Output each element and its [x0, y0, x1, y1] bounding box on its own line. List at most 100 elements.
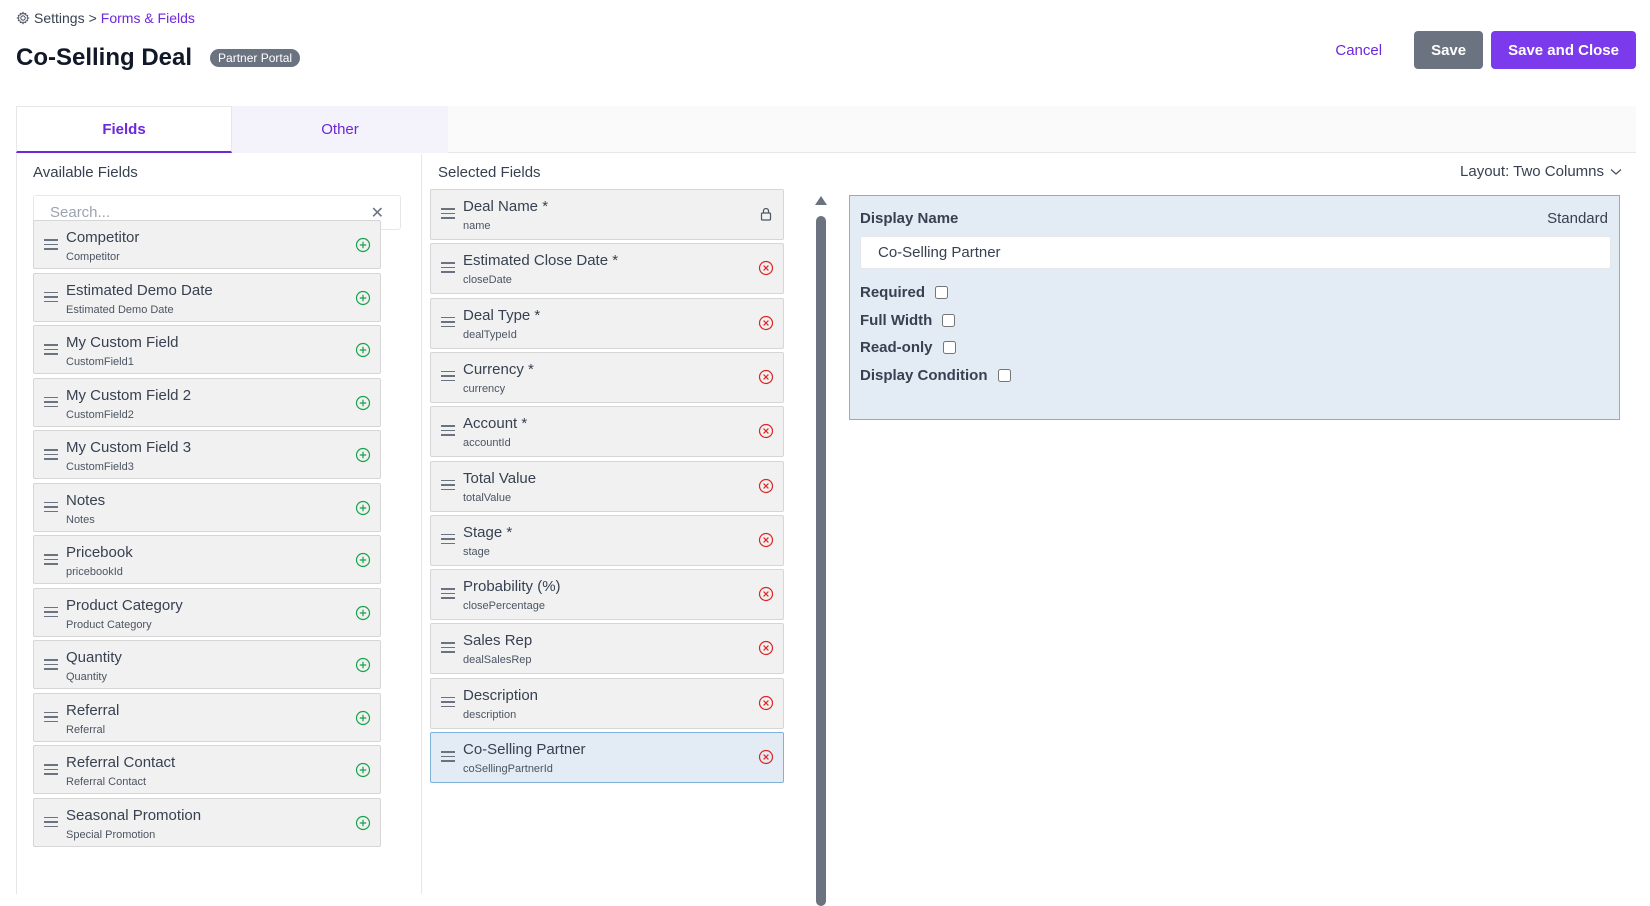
display-name-input[interactable] [860, 236, 1611, 269]
selected-field-item[interactable]: Description description [430, 677, 784, 729]
tab-other[interactable]: Other [232, 106, 448, 153]
field-key: dealTypeId [463, 328, 517, 341]
required-checkbox[interactable] [935, 286, 949, 299]
available-field-item[interactable]: Referral Referral [33, 692, 381, 742]
drag-handle-icon[interactable] [44, 764, 58, 776]
drag-handle-icon[interactable] [441, 751, 455, 763]
layout-select[interactable]: Layout: Two Columns [1460, 163, 1622, 180]
field-label: Stage * [463, 523, 513, 541]
field-label: Co-Selling Partner [463, 741, 586, 758]
drag-handle-icon[interactable] [441, 642, 455, 654]
display-condition-checkbox[interactable] [997, 369, 1011, 382]
cancel-button[interactable]: Cancel [1311, 31, 1406, 69]
add-icon[interactable] [355, 447, 371, 463]
selected-field-item[interactable]: Sales Rep dealSalesRep [430, 623, 784, 675]
available-field-item[interactable]: Quantity Quantity [33, 640, 381, 689]
drag-handle-icon[interactable] [44, 449, 58, 461]
drag-handle-icon[interactable] [44, 659, 58, 671]
drag-handle-icon[interactable] [441, 262, 455, 274]
drag-handle-icon[interactable] [44, 501, 58, 514]
selected-field-item[interactable]: Deal Type * dealTypeId [430, 297, 784, 349]
selected-field-item[interactable]: Deal Name * name [430, 189, 784, 240]
remove-icon[interactable] [758, 369, 774, 385]
remove-icon[interactable] [758, 260, 774, 276]
field-properties-panel: Display Name Standard Required Full Widt… [849, 195, 1620, 420]
drag-handle-icon[interactable] [441, 425, 455, 437]
scroll-up-arrow-icon[interactable] [815, 196, 827, 205]
remove-icon[interactable] [758, 640, 774, 656]
add-icon[interactable] [355, 290, 371, 306]
add-icon[interactable] [355, 342, 371, 358]
save-and-close-button[interactable]: Save and Close [1491, 31, 1636, 69]
selected-field-item[interactable]: Estimated Close Date * closeDate [430, 243, 784, 295]
drag-handle-icon[interactable] [441, 588, 455, 600]
add-icon[interactable] [355, 500, 371, 516]
drag-handle-icon[interactable] [441, 316, 455, 329]
remove-icon[interactable] [758, 749, 774, 765]
field-key: closeDate [463, 274, 512, 287]
field-key: accountId [463, 437, 511, 450]
available-field-item[interactable]: My Custom Field CustomField1 [33, 325, 381, 374]
remove-icon[interactable] [758, 423, 774, 439]
drag-handle-icon[interactable] [44, 554, 58, 566]
save-button[interactable]: Save [1414, 31, 1484, 69]
drag-handle-icon[interactable] [441, 696, 455, 709]
field-label: My Custom Field 2 [66, 386, 192, 404]
read-only-row: Read-only [860, 339, 956, 356]
selected-fields-scrollbar[interactable] [815, 196, 827, 906]
available-field-item[interactable]: Notes Notes [33, 482, 381, 532]
selected-field-item[interactable]: Co-Selling Partner coSellingPartnerId [430, 732, 784, 783]
available-field-item[interactable]: Seasonal Promotion Special Promotion [33, 797, 381, 847]
add-icon[interactable] [355, 657, 371, 673]
add-icon[interactable] [355, 762, 371, 778]
drag-handle-icon[interactable] [44, 239, 58, 251]
selected-field-item[interactable]: Account * accountId [430, 406, 784, 458]
add-icon[interactable] [355, 710, 371, 726]
available-field-item[interactable]: Pricebook pricebookId [33, 535, 381, 584]
available-field-item[interactable]: Product Category Product Category [33, 587, 381, 637]
remove-icon[interactable] [758, 586, 774, 602]
available-fields-title: Available Fields [33, 164, 138, 181]
add-icon[interactable] [355, 237, 371, 253]
available-field-item[interactable]: My Custom Field 2 CustomField2 [33, 377, 381, 427]
drag-handle-icon[interactable] [441, 533, 455, 546]
drag-handle-icon[interactable] [44, 291, 58, 304]
remove-icon[interactable] [758, 478, 774, 494]
scroll-thumb[interactable] [816, 216, 826, 906]
selected-field-item[interactable]: Stage * stage [430, 514, 784, 566]
selected-field-item[interactable]: Total Value totalValue [430, 460, 784, 512]
drag-handle-icon[interactable] [44, 344, 58, 356]
selected-field-item[interactable]: Currency * currency [430, 351, 784, 403]
drag-handle-icon[interactable] [44, 396, 58, 409]
available-field-item[interactable]: Competitor Competitor [33, 220, 381, 269]
search-input[interactable] [50, 204, 371, 221]
available-field-item[interactable]: My Custom Field 3 CustomField3 [33, 430, 381, 479]
selected-field-item[interactable]: Probability (%) closePercentage [430, 569, 784, 621]
drag-handle-icon[interactable] [441, 370, 455, 383]
add-icon[interactable] [355, 815, 371, 831]
drag-handle-icon[interactable] [441, 479, 455, 492]
field-label: Sales Rep [463, 632, 533, 650]
breadcrumb-settings[interactable]: Settings [34, 10, 85, 26]
field-type-label: Standard [1547, 210, 1608, 227]
drag-handle-icon[interactable] [44, 711, 58, 724]
field-label: Competitor [66, 229, 140, 246]
add-icon[interactable] [355, 605, 371, 621]
field-key: Quantity [66, 671, 107, 683]
read-only-checkbox[interactable] [942, 341, 956, 354]
available-field-item[interactable]: Estimated Demo Date Estimated Demo Date [33, 272, 381, 322]
remove-icon[interactable] [758, 532, 774, 548]
display-condition-label: Display Condition [860, 367, 988, 384]
add-icon[interactable] [355, 395, 371, 411]
full-width-checkbox[interactable] [942, 314, 956, 327]
drag-handle-icon[interactable] [44, 816, 58, 829]
field-key: Notes [66, 513, 95, 526]
add-icon[interactable] [355, 552, 371, 568]
available-field-item[interactable]: Referral Contact Referral Contact [33, 745, 381, 794]
breadcrumb-forms-fields[interactable]: Forms & Fields [101, 10, 195, 26]
drag-handle-icon[interactable] [44, 606, 58, 619]
remove-icon[interactable] [758, 315, 774, 331]
remove-icon[interactable] [758, 695, 774, 711]
drag-handle-icon[interactable] [441, 208, 455, 220]
tab-fields[interactable]: Fields [16, 106, 232, 153]
